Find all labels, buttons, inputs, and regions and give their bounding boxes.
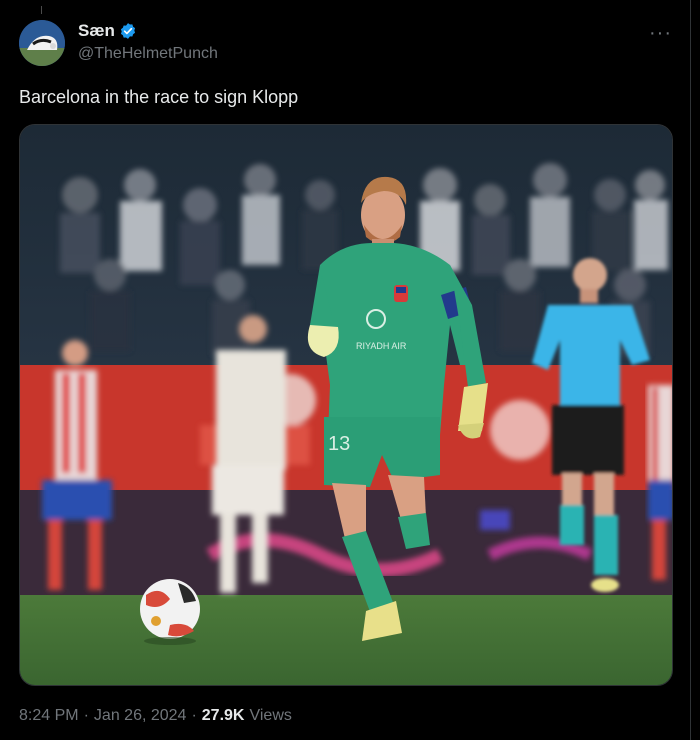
separator: · <box>83 707 89 724</box>
tweet-time[interactable]: 8:24 PM <box>19 707 79 725</box>
tweet-text: Barcelona in the race to sign Klopp <box>19 87 299 107</box>
tweet-photo[interactable]: RIYADH AIR 13 <box>19 124 673 686</box>
jersey-sponsor: RIYADH AIR <box>356 341 407 351</box>
tweet: Sæn @TheHelmetPunch ··· Barcelona in the… <box>0 0 700 740</box>
views-label: Views <box>249 707 292 724</box>
jersey-number: 13 <box>328 433 350 455</box>
more-options-icon[interactable]: ··· <box>649 22 672 45</box>
separator: · <box>191 707 197 724</box>
avatar-image <box>19 20 65 66</box>
avatar[interactable] <box>19 20 65 66</box>
display-name[interactable]: Sæn <box>78 21 115 41</box>
tweet-date[interactable]: Jan 26, 2024 <box>94 707 187 725</box>
divider <box>690 0 691 740</box>
views-count[interactable]: 27.9K <box>202 707 245 725</box>
photo-scene: RIYADH AIR 13 <box>20 125 672 685</box>
name-row: Sæn <box>78 21 137 41</box>
pitch <box>20 595 672 685</box>
tweet-meta: 8:24 PM · Jan 26, 2024 · 27.9K Views <box>19 707 292 725</box>
user-handle[interactable]: @TheHelmetPunch <box>78 45 218 63</box>
scroll-tick <box>41 6 42 14</box>
verified-badge-icon <box>119 22 137 40</box>
